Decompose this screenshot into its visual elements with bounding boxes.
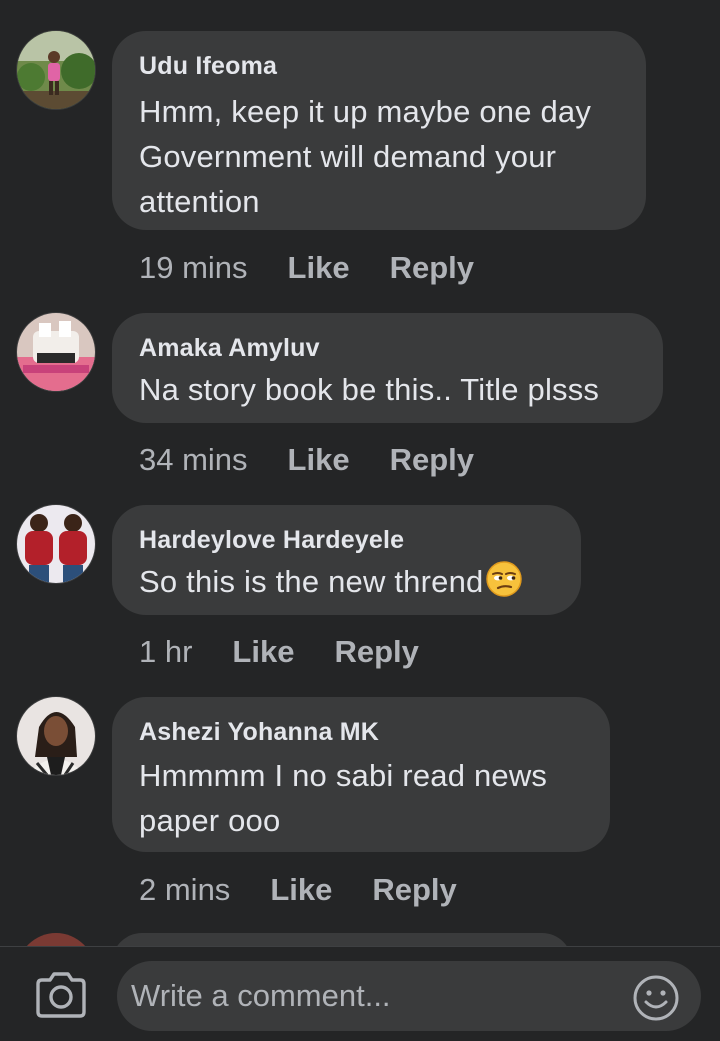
avatar[interactable] <box>17 505 95 583</box>
comment-text: So this is the new thrend <box>139 559 555 604</box>
like-button[interactable]: Like <box>288 442 350 478</box>
comment-text-line: Hmmmm I no sabi read news <box>139 758 548 793</box>
comment-timestamp[interactable]: 1 hr <box>139 634 192 670</box>
comment-input[interactable] <box>117 961 701 1031</box>
unamused-face-icon <box>485 560 523 598</box>
comment-author[interactable]: Hardeylove Hardeyele <box>139 525 555 555</box>
comment-actions: 34 mins Like Reply <box>139 442 474 478</box>
comment-actions: 19 mins Like Reply <box>139 250 474 286</box>
comment-actions: 2 mins Like Reply <box>139 872 457 908</box>
comment-timestamp[interactable]: 19 mins <box>139 250 248 286</box>
reply-button[interactable]: Reply <box>390 250 474 286</box>
avatar[interactable] <box>17 313 95 391</box>
reply-button[interactable]: Reply <box>390 442 474 478</box>
comment-bubble: Amaka Amyluv Na story book be this.. Tit… <box>112 313 663 423</box>
comment-author[interactable]: Udu Ifeoma <box>139 51 620 81</box>
comment-author[interactable]: Amaka Amyluv <box>139 333 637 363</box>
comment-text-line: Government will demand your <box>139 139 557 174</box>
reply-button[interactable]: Reply <box>334 634 418 670</box>
avatar[interactable] <box>17 697 95 775</box>
comment-actions: 1 hr Like Reply <box>139 634 419 670</box>
comment-text-line: paper ooo <box>139 803 281 838</box>
comment-timestamp[interactable]: 2 mins <box>139 872 230 908</box>
comment-text-line: Hmm, keep it up maybe one day <box>139 94 592 129</box>
reply-button[interactable]: Reply <box>372 872 456 908</box>
smiley-face-icon[interactable] <box>632 974 680 1022</box>
comment-bubble: Ashezi Yohanna MK Hmmmm I no sabi read n… <box>112 697 610 852</box>
comment-text: Hmmmm I no sabi read news paper ooo <box>139 753 584 843</box>
comment-composer <box>0 946 720 1041</box>
comment-timestamp[interactable]: 34 mins <box>139 442 248 478</box>
like-button[interactable]: Like <box>232 634 294 670</box>
comment-text: Hmm, keep it up maybe one day Government… <box>139 89 620 224</box>
comment-author[interactable]: Ashezi Yohanna MK <box>139 717 584 747</box>
like-button[interactable]: Like <box>270 872 332 908</box>
comment-bubble: Hardeylove Hardeyele So this is the new … <box>112 505 581 615</box>
like-button[interactable]: Like <box>288 250 350 286</box>
comment-text-line: Na story book be this.. Title plsss <box>139 372 600 407</box>
comment-text: Na story book be this.. Title plsss <box>139 367 637 412</box>
avatar[interactable] <box>17 31 95 109</box>
comment-text-line: attention <box>139 184 260 219</box>
camera-icon[interactable] <box>34 972 88 1018</box>
comment-bubble: Udu Ifeoma Hmm, keep it up maybe one day… <box>112 31 646 230</box>
comment-text-line: So this is the new thrend <box>139 564 484 599</box>
